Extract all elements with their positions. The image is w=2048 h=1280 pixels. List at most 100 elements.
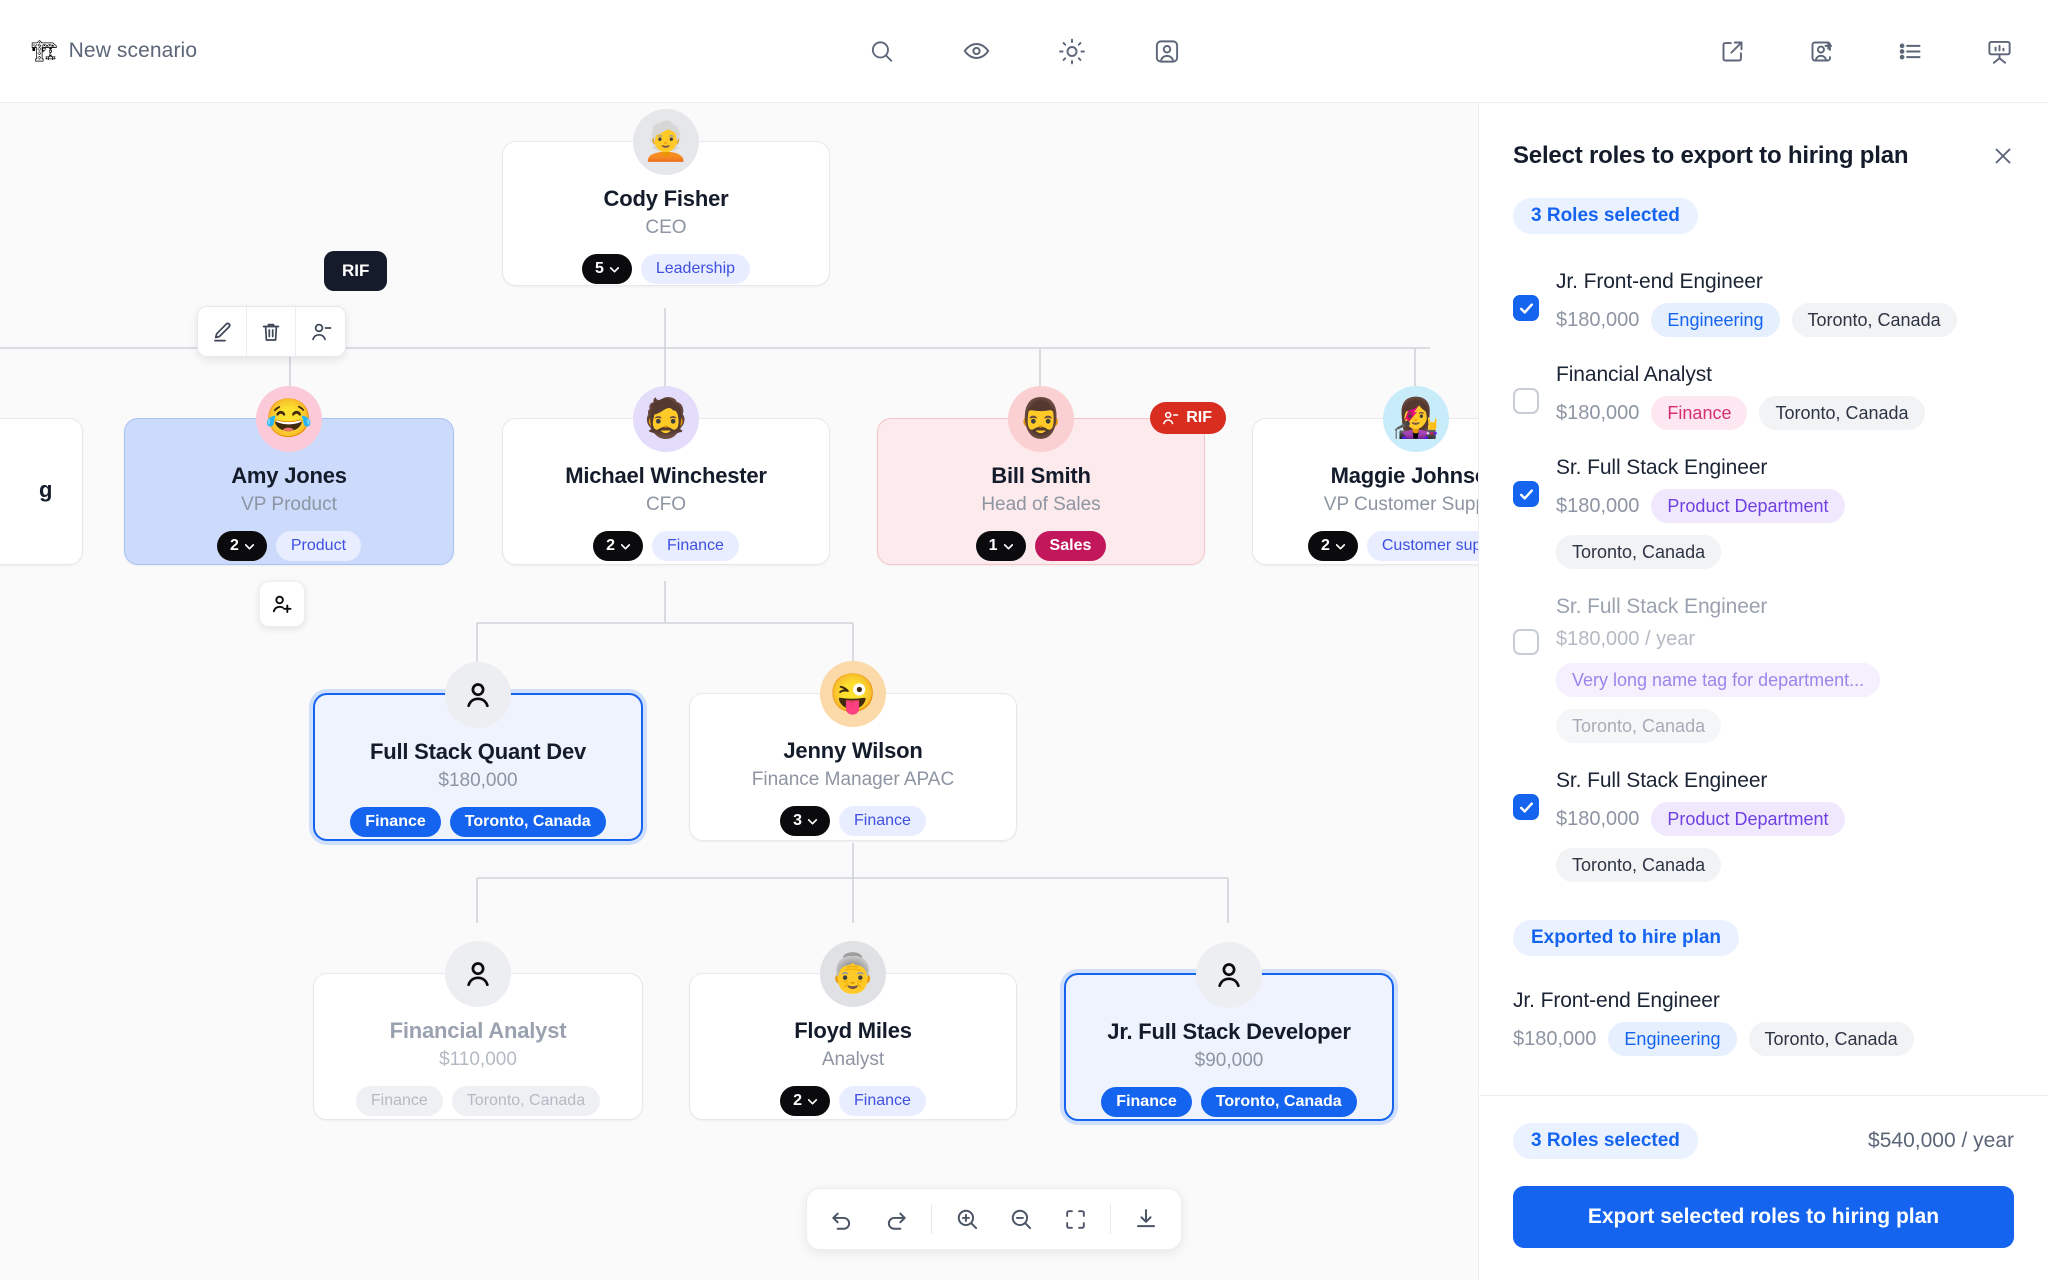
report-count-badge[interactable]: 2 (1307, 531, 1358, 561)
node-name: Bill Smith (991, 463, 1091, 488)
undo-icon[interactable] (817, 1196, 867, 1242)
role-checkbox[interactable] (1513, 295, 1539, 321)
org-node-jenny[interactable]: 😜 Jenny Wilson Finance Manager APAC 3 Fi… (689, 661, 1017, 841)
department-tag: Finance (355, 1086, 443, 1116)
report-count-badge[interactable]: 5 (581, 254, 632, 284)
role-department-tag: Product Department (1651, 802, 1845, 836)
avatar-placeholder-icon (445, 662, 511, 728)
fit-screen-icon[interactable] (1050, 1196, 1100, 1242)
close-icon[interactable] (1986, 139, 2020, 173)
search-icon[interactable] (867, 36, 897, 66)
report-count: 2 (606, 537, 615, 554)
person-minus-icon[interactable] (296, 307, 345, 356)
top-bar: 🏗 New scenario (0, 0, 2048, 103)
report-count-badge[interactable]: 1 (975, 531, 1026, 561)
avatar: 🧑‍🦳 (633, 109, 699, 175)
canvas-toolbar[interactable] (806, 1188, 1182, 1250)
org-node-maggie[interactable]: 👩‍🎤 Maggie Johnson VP Customer Support 2… (1252, 386, 1478, 565)
panel-title: Select roles to export to hiring plan (1513, 142, 1909, 169)
role-row[interactable]: Sr. Full Stack Engineer $180,000 Product… (1513, 756, 2014, 895)
selected-count-chip: 3 Roles selected (1513, 198, 1698, 234)
role-name: Sr. Full Stack Engineer (1556, 769, 1768, 792)
toolbar-divider (1110, 1204, 1111, 1234)
org-node-jr-full-stack-developer[interactable]: Jr. Full Stack Developer $90,000 Finance… (1064, 942, 1394, 1121)
node-name: Amy Jones (231, 463, 347, 488)
scenario-title[interactable]: 🏗 New scenario (31, 39, 197, 63)
node-name: Floyd Miles (794, 1018, 912, 1043)
add-person-icon[interactable] (1806, 36, 1836, 66)
zoom-out-icon[interactable] (996, 1196, 1046, 1242)
node-meta: Finance Toronto, Canada (350, 807, 606, 837)
share-external-icon[interactable] (1717, 36, 1747, 66)
report-count: 2 (229, 537, 239, 554)
node-hover-toolbar[interactable] (197, 306, 346, 357)
avatar-placeholder-icon (445, 941, 511, 1007)
role-details: Jr. Front-end Engineer $180,000 Engineer… (1556, 270, 2014, 337)
org-node-cody[interactable]: 🧑‍🦳 Cody Fisher CEO 5 Leadership (502, 109, 830, 286)
zoom-in-icon[interactable] (942, 1196, 992, 1242)
export-button[interactable]: Export selected roles to hiring plan (1513, 1186, 2014, 1248)
node-role: VP Product (241, 494, 337, 515)
role-location-tag: Toronto, Canada (1556, 709, 1722, 743)
brightness-icon[interactable] (1057, 36, 1087, 66)
node-meta: 2 Customer support (1307, 531, 1478, 561)
role-details: Sr. Full Stack Engineer $180,000 / year … (1556, 595, 2014, 743)
role-row[interactable]: Financial Analyst $180,000 Finance Toron… (1513, 350, 2014, 443)
role-location-tag: Toronto, Canada (1556, 848, 1722, 882)
add-person-fab[interactable] (259, 581, 305, 627)
org-node-floyd[interactable]: 👵 Floyd Miles Analyst 2 Finance (689, 941, 1017, 1120)
role-name: Jr. Front-end Engineer (1556, 270, 1763, 293)
report-count-badge[interactable]: 3 (780, 806, 830, 836)
org-node-bill[interactable]: 🧔‍♂️ RIF Bill Smith Head of Sales 1 Sale… (877, 386, 1226, 565)
node-salary: $90,000 (1194, 1050, 1264, 1071)
node-meta: 2 Finance (593, 531, 739, 561)
download-icon[interactable] (1121, 1196, 1171, 1242)
role-department-tag: Finance (1651, 396, 1748, 430)
org-node-financial-analyst[interactable]: Financial Analyst $110,000 Finance Toron… (313, 941, 643, 1120)
role-row[interactable]: Sr. Full Stack Engineer $180,000 / year … (1513, 582, 2014, 756)
role-meta: $180,000 Product Department Toronto, Can… (1556, 802, 2014, 882)
rif-badge[interactable]: RIF (1150, 402, 1226, 434)
department-tag: Customer support (1366, 531, 1478, 561)
role-checkbox[interactable] (1513, 481, 1539, 507)
department-tag: Finance (1101, 1087, 1192, 1117)
footer-summary: 3 Roles selected $540,000 / year (1513, 1123, 2014, 1159)
department-tag: Finance (350, 807, 441, 837)
avatar-placeholder-icon (1196, 942, 1262, 1008)
node-role: Finance Manager APAC (751, 769, 955, 790)
report-count-badge[interactable]: 2 (780, 1086, 830, 1116)
presentation-chart-icon[interactable] (1984, 36, 2014, 66)
role-checkbox[interactable] (1513, 388, 1539, 414)
person-frame-icon[interactable] (1152, 36, 1182, 66)
export-roles-panel: Select roles to export to hiring plan 3 … (1478, 103, 2048, 1280)
role-row[interactable]: Sr. Full Stack Engineer $180,000 Product… (1513, 443, 2014, 582)
node-name: Financial Analyst (389, 1018, 567, 1043)
avatar: 😜 (820, 661, 886, 727)
report-count-badge[interactable]: 2 (216, 531, 267, 561)
org-chart-canvas[interactable]: 🧑‍🦳 Cody Fisher CEO 5 Leadership g 😂 Amy… (0, 103, 1478, 1280)
org-node-amy[interactable]: 😂 Amy Jones VP Product 2 Product (124, 386, 454, 565)
delete-icon[interactable] (247, 307, 296, 356)
panel-body: Jr. Front-end Engineer $180,000 Engineer… (1479, 234, 2048, 1095)
org-node-michael[interactable]: 🧔 Michael Winchester CFO 2 Finance (502, 386, 830, 565)
redo-icon[interactable] (871, 1196, 921, 1242)
toolbar-divider (931, 1204, 932, 1234)
list-icon[interactable] (1895, 36, 1925, 66)
org-node-partial-left[interactable]: g (0, 418, 83, 565)
role-salary: $180,000 (1556, 807, 1640, 830)
role-checkbox[interactable] (1513, 794, 1539, 820)
role-salary: $180,000 (1556, 401, 1640, 424)
edit-icon[interactable] (198, 307, 247, 356)
node-name: Jr. Full Stack Developer (1107, 1019, 1351, 1044)
role-row[interactable]: Jr. Front-end Engineer $180,000 Engineer… (1513, 257, 2014, 350)
eye-icon[interactable] (962, 36, 992, 66)
role-checkbox[interactable] (1513, 629, 1539, 655)
role-location-tag: Toronto, Canada (1791, 303, 1957, 337)
department-tag: Sales (1034, 531, 1107, 561)
location-tag: Toronto, Canada (1200, 1087, 1357, 1117)
role-meta: $180,000 Engineering Toronto, Canada (1556, 303, 2014, 337)
report-count-badge[interactable]: 2 (593, 531, 643, 561)
avatar: 👵 (820, 941, 886, 1007)
node-role: CFO (645, 494, 687, 515)
org-node-full-stack-quant-dev[interactable]: Full Stack Quant Dev $180,000 Finance To… (313, 662, 643, 841)
